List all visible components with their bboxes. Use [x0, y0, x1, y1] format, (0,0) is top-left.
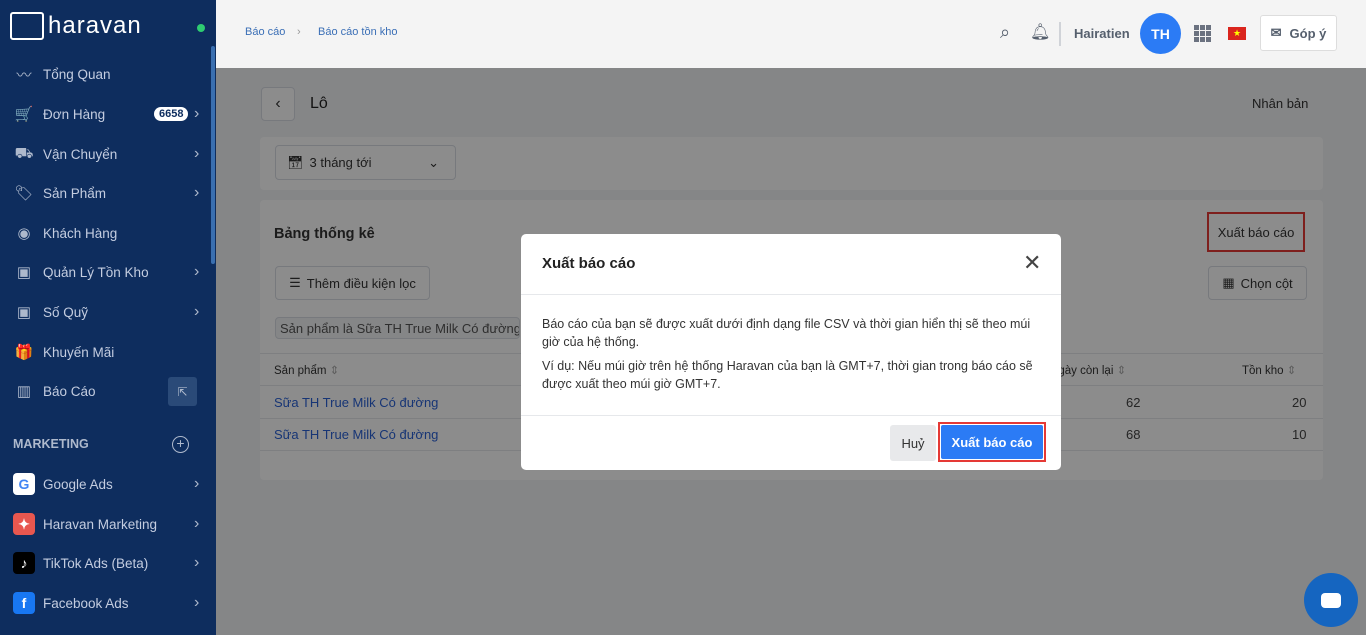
chat-icon: [1321, 592, 1341, 608]
sidebar-item-customers[interactable]: ◉ Khách Hàng: [0, 215, 211, 251]
label: Góp ý: [1289, 25, 1327, 41]
label: Khách Hàng: [43, 225, 118, 241]
sidebar-item-shipping[interactable]: ⛟ Vận Chuyển ›: [0, 136, 211, 172]
brand-name: haravan: [48, 12, 142, 39]
sidebar-item-products[interactable]: 🏷 Sản Phẩm ›: [0, 175, 211, 211]
chevron-right-icon: ›: [194, 105, 200, 122]
marketing-heading: MARKETING: [13, 437, 89, 451]
modal-description: Báo cáo của bạn sẽ được xuất dưới định d…: [542, 317, 1031, 349]
sidebar-item-reports[interactable]: ▥ Báo Cáo ⇱: [0, 373, 211, 409]
inventory-icon: ▣: [16, 264, 32, 281]
cancel-button[interactable]: Huỷ: [890, 425, 936, 461]
add-channel-icon[interactable]: +: [172, 436, 189, 453]
facebook-icon: f: [13, 592, 35, 614]
chevron-right-icon: ›: [194, 184, 200, 201]
tiktok-icon: ♪: [13, 552, 35, 574]
sidebar-item-overview[interactable]: 〰 Tổng Quan: [0, 56, 211, 92]
sidebar: haravan 〰 Tổng Quan 🛒 Đơn Hàng 6658 › ⛟ Vận C…: [0, 0, 216, 635]
modal-title: Xuất báo cáo: [542, 255, 636, 272]
chart-icon: ▥: [16, 383, 32, 400]
online-status-dot: [197, 24, 205, 32]
label: Quản Lý Tồn Kho: [43, 264, 149, 280]
chevron-right-icon: ›: [194, 263, 200, 280]
chevron-right-icon: ›: [194, 515, 200, 532]
chat-button[interactable]: [1304, 573, 1358, 627]
breadcrumb-inventory-report[interactable]: Báo cáo tồn kho: [318, 26, 398, 38]
label: Haravan Marketing: [43, 516, 158, 532]
sidebar-item-google-ads[interactable]: G Google Ads ›: [0, 466, 211, 502]
sidebar-item-facebook-ads[interactable]: f Facebook Ads ›: [0, 585, 211, 621]
sidebar-item-haravan-marketing[interactable]: ✦ Haravan Marketing ›: [0, 506, 211, 542]
logo-bag-icon: [10, 12, 44, 40]
chevron-right-icon: ›: [194, 554, 200, 571]
label: Đơn Hàng: [43, 106, 106, 122]
user-name[interactable]: Hairatien: [1074, 26, 1130, 41]
haravan-logo[interactable]: haravan: [10, 12, 142, 40]
label: TikTok Ads (Beta): [43, 555, 149, 571]
bell-icon[interactable]: 🔔︎: [1030, 22, 1050, 42]
label: Google Ads: [43, 476, 113, 492]
chevron-right-icon: ›: [194, 145, 200, 162]
vietnam-flag-icon[interactable]: ★: [1228, 27, 1246, 40]
divider: [521, 415, 1061, 416]
sidebar-item-promotions[interactable]: 🎁 Khuyến Mãi: [0, 334, 211, 370]
haravan-marketing-icon: ✦: [13, 513, 35, 535]
chevron-right-icon: ›: [194, 475, 200, 492]
divider: [1059, 22, 1061, 46]
feedback-button[interactable]: ✉ Góp ý: [1260, 15, 1337, 51]
mail-icon: ✉: [1270, 25, 1282, 40]
sidebar-item-tiktok-ads[interactable]: ♪ TikTok Ads (Beta) ›: [0, 545, 211, 581]
sidebar-item-cashbook[interactable]: ▣ Số Quỹ ›: [0, 294, 211, 330]
tag-icon: 🏷: [14, 185, 34, 202]
gift-icon: 🎁: [14, 344, 34, 361]
label: Tổng Quan: [43, 66, 111, 82]
open-external-icon[interactable]: ⇱: [168, 377, 197, 406]
label: Số Quỹ: [43, 304, 89, 320]
export-report-modal: Xuất báo cáo ✕ Báo cáo của bạn sẽ được x…: [521, 234, 1061, 470]
top-header: Báo cáo › Báo cáo tồn kho ⌕ 🔔︎ Hairatien…: [216, 0, 1366, 68]
truck-icon: ⛟: [14, 144, 34, 162]
label: Vận Chuyển: [43, 146, 118, 162]
user-circle-icon: ◉: [17, 225, 31, 242]
label: Facebook Ads: [43, 595, 129, 611]
label: Báo Cáo: [43, 383, 96, 399]
breadcrumb-separator: ›: [297, 26, 301, 38]
label: Xuất báo cáo: [941, 425, 1043, 459]
confirm-export-button[interactable]: Xuất báo cáo: [938, 422, 1046, 462]
divider: [521, 294, 1061, 295]
google-icon: G: [13, 473, 35, 495]
chevron-right-icon: ›: [194, 594, 200, 611]
apps-grid-icon[interactable]: [1194, 25, 1211, 42]
label: Khuyến Mãi: [43, 344, 115, 360]
close-icon[interactable]: ✕: [1023, 250, 1041, 276]
sidebar-scrollbar[interactable]: [211, 46, 215, 264]
sidebar-item-inventory[interactable]: ▣ Quản Lý Tồn Kho ›: [0, 254, 211, 290]
breadcrumb-reports[interactable]: Báo cáo: [245, 26, 285, 38]
modal-example: Ví dụ: Nếu múi giờ trên hệ thống Haravan…: [542, 359, 1033, 391]
trend-icon: 〰: [16, 66, 32, 84]
order-count-badge: 6658: [154, 107, 189, 121]
avatar[interactable]: TH: [1140, 13, 1181, 54]
label: Sản Phẩm: [43, 185, 107, 201]
cashbook-icon: ▣: [16, 304, 32, 321]
cart-icon: 🛒: [14, 106, 34, 123]
sidebar-item-orders[interactable]: 🛒 Đơn Hàng 6658 ›: [0, 96, 211, 132]
search-icon[interactable]: ⌕: [1000, 22, 1010, 43]
chevron-right-icon: ›: [194, 303, 200, 320]
